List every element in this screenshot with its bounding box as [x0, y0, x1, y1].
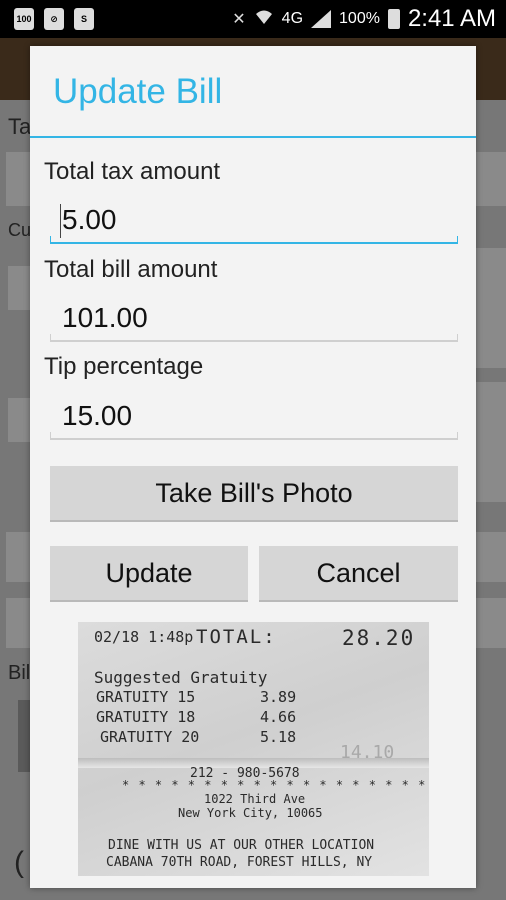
title-divider [30, 136, 476, 138]
receipt-date-time: 02/18 1:48p [94, 628, 194, 646]
background-label-2: Cu [8, 220, 32, 240]
background-block [8, 398, 30, 442]
receipt-total-value: 28.20 [342, 626, 416, 650]
receipt-suggested-gratuity: Suggested Gratuity [94, 668, 268, 687]
tip-percentage-input[interactable]: 15.00 [50, 396, 458, 440]
input-underline-edge [50, 334, 51, 342]
background-label-3: Bil [8, 662, 31, 684]
background-block [476, 532, 506, 582]
tip-percentage-label: Tip percentage [44, 353, 204, 380]
cancel-button[interactable]: Cancel [259, 546, 458, 602]
receipt-gratuity-label: GRATUITY 18 [96, 708, 196, 726]
receipt-address-line-2: New York City, 10065 [178, 806, 323, 820]
background-thumbnail [18, 700, 30, 772]
total-bill-value: 101.00 [62, 302, 148, 333]
total-bill-input[interactable]: 101.00 [50, 298, 458, 342]
background-label-4: ( [14, 846, 24, 879]
receipt-gratuity-label: GRATUITY 20 [100, 728, 200, 746]
background-block [476, 598, 506, 648]
receipt-gratuity-label: GRATUITY 15 [96, 688, 196, 706]
background-block [476, 248, 506, 368]
update-bill-dialog: Update Bill Total tax amount 5.00 Total … [30, 46, 476, 888]
update-button[interactable]: Update [50, 546, 248, 602]
total-tax-value: 5.00 [62, 204, 117, 235]
input-underline-edge [457, 334, 458, 342]
receipt-gratuity-value: 4.66 [260, 708, 297, 726]
skype-icon: S [74, 8, 94, 30]
total-tax-label: Total tax amount [44, 158, 221, 185]
network-type: 4G [281, 10, 304, 27]
background-block [476, 152, 506, 206]
receipt-promo-line-2: CABANA 70TH ROAD, FOREST HILLS, NY [106, 855, 373, 870]
background-label-1: Ta [8, 114, 32, 139]
battery-percent: 100% [339, 10, 380, 27]
input-underline-edge [50, 236, 51, 244]
background-block [476, 382, 506, 502]
input-underline [50, 438, 458, 440]
tip-percentage-value: 15.00 [62, 400, 133, 431]
receipt-divider: * * * * * * * * * * * * * * * * * * * * … [122, 778, 429, 792]
search-notification-icon: ⊘ [44, 8, 64, 30]
status-bar: 100 ⊘ S ✕ 4G 100% 2:41 AM [0, 0, 506, 38]
dialog-title: Update Bill [53, 72, 223, 111]
input-underline-edge [50, 432, 51, 440]
take-photo-button[interactable]: Take Bill's Photo [50, 466, 458, 522]
battery-icon [387, 9, 400, 29]
signal-icon [311, 10, 332, 28]
background-block [6, 532, 32, 582]
receipt-gratuity-value: 5.18 [260, 728, 297, 746]
bill-photo: 02/18 1:48p TOTAL: 28.20 Suggested Gratu… [78, 622, 429, 876]
mute-icon: ✕ [232, 11, 246, 28]
wifi-icon [254, 8, 274, 31]
receipt-address-line-1: 1022 Third Ave [204, 792, 306, 806]
total-tax-input[interactable]: 5.00 [50, 200, 458, 244]
receipt-promo-line-1: DINE WITH US AT OUR OTHER LOCATION [108, 838, 375, 853]
input-underline-edge [457, 236, 458, 244]
background-block [8, 266, 30, 310]
background-block [6, 598, 32, 648]
text-cursor [60, 204, 61, 238]
app-notification-icon: 100 [14, 8, 34, 30]
background-block [6, 152, 32, 206]
receipt-gratuity-value: 3.89 [260, 688, 297, 706]
input-underline [50, 340, 458, 342]
clock: 2:41 AM [407, 5, 496, 32]
total-bill-label: Total bill amount [44, 256, 218, 283]
receipt-total-label: TOTAL: [196, 626, 277, 648]
input-underline-edge [457, 432, 458, 440]
input-underline [50, 242, 458, 244]
